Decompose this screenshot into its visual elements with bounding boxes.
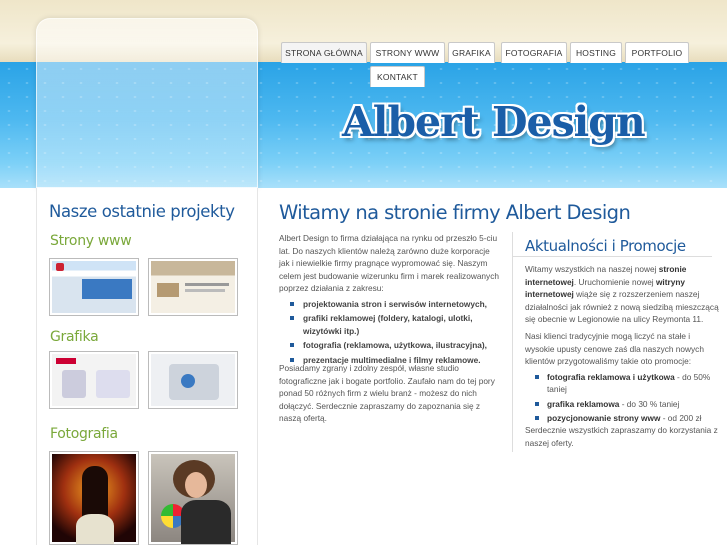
intro-paragraph: Albert Design to firma działająca na ryn… xyxy=(279,233,499,293)
tab-fotografia[interactable]: FOTOGRAFIA xyxy=(501,42,567,63)
news-text: Witamy wszystkich na naszej nowej xyxy=(525,264,659,274)
page-title: Witamy na stronie firmy Albert Design xyxy=(279,201,631,224)
news-paragraph-1: Witamy wszystkich na naszej nowej stroni… xyxy=(525,263,720,326)
news-heading-underline xyxy=(512,256,712,257)
promo-name: fotografia reklamowa i użytkowa xyxy=(547,371,675,382)
news-text: . Uruchomienie nowej xyxy=(573,276,656,287)
list-item: projektowania stron i serwisów interneto… xyxy=(289,298,499,311)
news-paragraph-3: Serdecznie wszystkich zapraszamy do korz… xyxy=(525,425,718,448)
services-list: projektowania stron i serwisów interneto… xyxy=(289,298,499,367)
project-thumb-graphic-2[interactable] xyxy=(148,351,238,409)
outro-paragraph: Posiadamy zgrany i zdolny zespół, własne… xyxy=(279,363,495,423)
section-strony-www: Strony www xyxy=(50,233,132,249)
list-item: fotografia reklamowa i użytkowa - do 50%… xyxy=(535,371,720,396)
project-thumb-web-2[interactable] xyxy=(148,258,238,316)
promo-value: - do 30 % taniej xyxy=(619,398,680,409)
tab-hosting[interactable]: HOSTING xyxy=(570,42,622,63)
section-fotografia: Fotografia xyxy=(50,426,118,442)
promo-list: fotografia reklamowa i użytkowa - do 50%… xyxy=(535,371,720,425)
list-item: grafika reklamowa - do 30 % taniej xyxy=(535,398,720,411)
news-heading: Aktualności i Promocje xyxy=(525,237,686,255)
section-grafika: Grafika xyxy=(50,329,99,345)
project-thumb-graphic-1[interactable] xyxy=(49,351,139,409)
tab-kontakt[interactable]: KONTAKT xyxy=(370,66,425,87)
promo-name: grafika reklamowa xyxy=(547,398,620,409)
projects-heading: Nasze ostatnie projekty xyxy=(49,202,235,221)
news-text: Nasi klienci tradycyjnie mogą liczyć na … xyxy=(525,331,704,366)
promo-name: pozycjonowanie strony www xyxy=(547,413,661,423)
project-thumb-web-1[interactable] xyxy=(49,258,139,316)
column-divider xyxy=(512,232,513,452)
project-thumb-photo-1[interactable] xyxy=(49,451,139,545)
intro-text: Albert Design to firma działająca na ryn… xyxy=(279,232,499,368)
left-panel-top xyxy=(36,18,258,188)
tab-strona-glowna[interactable]: STRONA GŁÓWNA xyxy=(281,42,367,63)
list-item: fotografia (reklamowa, użytkowa, ilustra… xyxy=(289,339,499,352)
list-item: grafiki reklamowej (foldery, katalogi, u… xyxy=(289,312,499,337)
tab-strony-www[interactable]: STRONY WWW xyxy=(370,42,445,63)
news-paragraph-2: Nasi klienci tradycyjnie mogą liczyć na … xyxy=(525,330,720,427)
promo-value: - od 200 zł xyxy=(660,413,702,423)
tab-grafika[interactable]: GRAFIKA xyxy=(448,42,495,63)
list-item: pozycjonowanie strony www - od 200 zł xyxy=(535,412,720,425)
project-thumb-photo-2[interactable] xyxy=(148,451,238,545)
site-logo[interactable]: Albert Design xyxy=(342,98,646,146)
tab-portfolio[interactable]: PORTFOLIO xyxy=(625,42,689,63)
